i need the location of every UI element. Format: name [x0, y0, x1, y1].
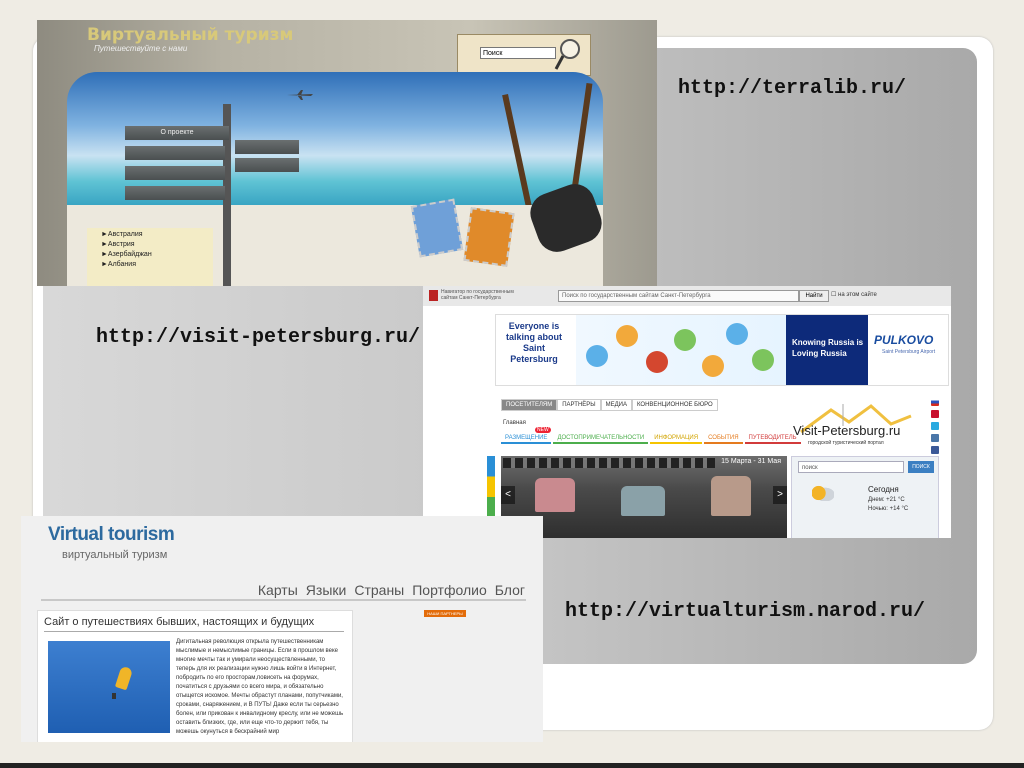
signpost-board[interactable] — [235, 158, 299, 172]
pulkovo-subtitle: Saint Petersburg Airport — [882, 349, 936, 355]
crest-icon — [429, 290, 438, 301]
paraglider-pilot — [112, 693, 116, 699]
bird-image — [726, 323, 748, 345]
bird-image — [616, 325, 638, 347]
terralib-search-area — [457, 34, 591, 76]
gov-search-button[interactable]: Найти — [799, 290, 829, 302]
terralib-country-menu: ►Австралия ►Австрия ►Азербайджан ►Албани… — [87, 228, 213, 286]
thumbnail-strip[interactable] — [503, 458, 715, 468]
main-nav: Карты Языки Страны Портфолио Блог — [258, 582, 525, 598]
palm-tree-image — [502, 93, 533, 213]
signpost-board[interactable] — [125, 186, 225, 200]
terralib-subtitle: Путешествуйте с нами — [94, 44, 188, 53]
nav-information[interactable]: ИНФОРМАЦИЯ — [650, 434, 703, 444]
weather-day-temp: Днем: +21 °C — [868, 497, 905, 503]
partners-badge[interactable]: НАШИ ПАРТНЕРЫ — [424, 610, 466, 617]
gov-search-input[interactable]: Поиск по государственным сайтам Санкт-Пе… — [558, 290, 799, 302]
weather-widget: поиск ПОИСК Сегодня Днем: +21 °C Ночью: … — [791, 456, 939, 538]
panel-divider — [44, 631, 344, 632]
menu-item-country[interactable]: ►Азербайджан — [101, 251, 213, 258]
nav-events[interactable]: СОБЫТИЯ — [704, 434, 743, 444]
category-nav: РАЗМЕЩЕНИЕ ДОСТОПРИМЕЧАТЕЛЬНОСТИ ИНФОРМА… — [501, 434, 803, 444]
breadcrumb[interactable]: Главная — [503, 420, 526, 426]
event-photo-slider[interactable]: 15 Марта - 31 Мая < > — [501, 456, 787, 538]
airplane-icon — [287, 90, 313, 100]
event-date: 15 Марта - 31 Мая — [721, 458, 781, 465]
bird-image — [674, 329, 696, 351]
panel-title: Сайт о путешествиях бывших, настоящих и … — [44, 616, 315, 628]
logo-subtitle: городской туристический портал — [808, 440, 884, 446]
ad-slogan: Everyone is talking about Saint Petersbu… — [506, 321, 562, 364]
partly-cloudy-icon — [812, 485, 834, 501]
chair-image — [621, 486, 665, 516]
nav-blog[interactable]: Блог — [495, 582, 525, 598]
bird-image — [702, 355, 724, 377]
tab-media[interactable]: МЕДИА — [600, 399, 632, 411]
slider-prev-button[interactable]: < — [501, 486, 515, 504]
site-only-label: на этом сайте — [838, 292, 877, 298]
postage-stamp-image — [463, 207, 515, 267]
tab-visitors[interactable]: ПОСЕТИТЕЛЯМ — [501, 399, 558, 411]
terralib-screenshot: Виртуальный туризм Путешествуйте с нами … — [37, 20, 657, 286]
signpost-board[interactable] — [235, 140, 299, 154]
nav-languages[interactable]: Языки — [306, 582, 347, 598]
nav-portfolio[interactable]: Портфолио — [412, 582, 487, 598]
paraglider-wing — [114, 665, 134, 691]
site-only-checkbox[interactable]: ☐ на этом сайте — [831, 291, 877, 298]
visit-petersburg-screenshot: Навигатор по государственным сайтам Санк… — [423, 286, 951, 538]
visit-petersburg-logo[interactable]: Visit-Petersburg.ru — [793, 423, 900, 438]
audience-tabs: ПОСЕТИТЕЛЯМ ПАРТНЁРЫ МЕДИА КОНВЕНЦИОННОЕ… — [501, 399, 718, 411]
menu-item-country[interactable]: ►Австралия — [101, 231, 213, 238]
chair-image — [535, 478, 575, 512]
signpost-board[interactable] — [125, 146, 225, 160]
bird-image — [586, 345, 608, 367]
url-visit-petersburg: http://visit-petersburg.ru/ — [96, 326, 421, 349]
site-subtitle: виртуальный туризм — [62, 549, 168, 561]
pulkovo-logo: PULKOVO — [874, 333, 934, 347]
gov-navigator-bar: Навигатор по государственным сайтам Санк… — [423, 286, 951, 306]
terralib-title: Виртуальный туризм — [87, 25, 294, 45]
flag-uk-icon[interactable] — [931, 410, 939, 418]
ad-banner[interactable]: Everyone is talking about Saint Petersbu… — [495, 314, 949, 386]
paraglider-image — [48, 641, 170, 733]
facebook-icon[interactable] — [931, 446, 939, 454]
url-virtualturism: http://virtualturism.narod.ru/ — [565, 600, 926, 623]
menu-item-country[interactable]: ►Австрия — [101, 241, 213, 248]
weather-today-label: Сегодня — [868, 485, 899, 494]
virtual-tourism-screenshot: Virtual tourism виртуальный туризм Карты… — [21, 516, 543, 742]
nav-countries[interactable]: Страны — [354, 582, 404, 598]
gov-navigator-label[interactable]: Навигатор по государственным сайтам Санк… — [441, 289, 531, 301]
nav-accommodation[interactable]: РАЗМЕЩЕНИЕ — [501, 434, 552, 444]
signpost-board[interactable] — [125, 166, 225, 180]
magnifier-icon[interactable] — [554, 37, 584, 71]
content-panel: Сайт о путешествиях бывших, настоящих и … — [37, 610, 353, 742]
nav-divider — [41, 599, 526, 601]
chair-image — [711, 476, 751, 516]
bird-image — [646, 351, 668, 373]
signpost-about-button[interactable]: О проекте — [125, 126, 229, 140]
slide-bottom-border — [0, 763, 1024, 768]
twitter-icon[interactable] — [931, 422, 939, 430]
tab-partners[interactable]: ПАРТНЁРЫ — [557, 399, 601, 411]
site-search-input[interactable]: поиск — [798, 461, 904, 473]
slider-next-button[interactable]: > — [773, 486, 787, 504]
menu-item-country[interactable]: ►Албания — [101, 261, 213, 268]
birds-illustration — [576, 315, 786, 385]
nav-sights[interactable]: ДОСТОПРИМЕЧАТЕЛЬНОСТИ — [553, 434, 649, 444]
postage-stamp-image — [410, 198, 464, 258]
nav-maps[interactable]: Карты — [258, 582, 298, 598]
terralib-search-input[interactable] — [480, 47, 556, 59]
knowing-russia-ad: Knowing Russia is Loving Russia — [786, 315, 868, 385]
vk-icon[interactable] — [931, 434, 939, 442]
weather-night-temp: Ночью: +14 °C — [868, 506, 909, 512]
flag-ru-icon[interactable] — [931, 398, 939, 406]
panel-text: Дигитальная революция открыла путешестве… — [176, 639, 344, 735]
new-badge: NEW — [535, 427, 551, 433]
url-terralib: http://terralib.ru/ — [678, 77, 907, 100]
site-title[interactable]: Virtual tourism — [48, 524, 175, 546]
bird-image — [752, 349, 774, 371]
site-search-button[interactable]: ПОИСК — [908, 461, 934, 473]
tab-convention-bureau[interactable]: КОНВЕНЦИОННОЕ БЮРО — [632, 399, 718, 411]
